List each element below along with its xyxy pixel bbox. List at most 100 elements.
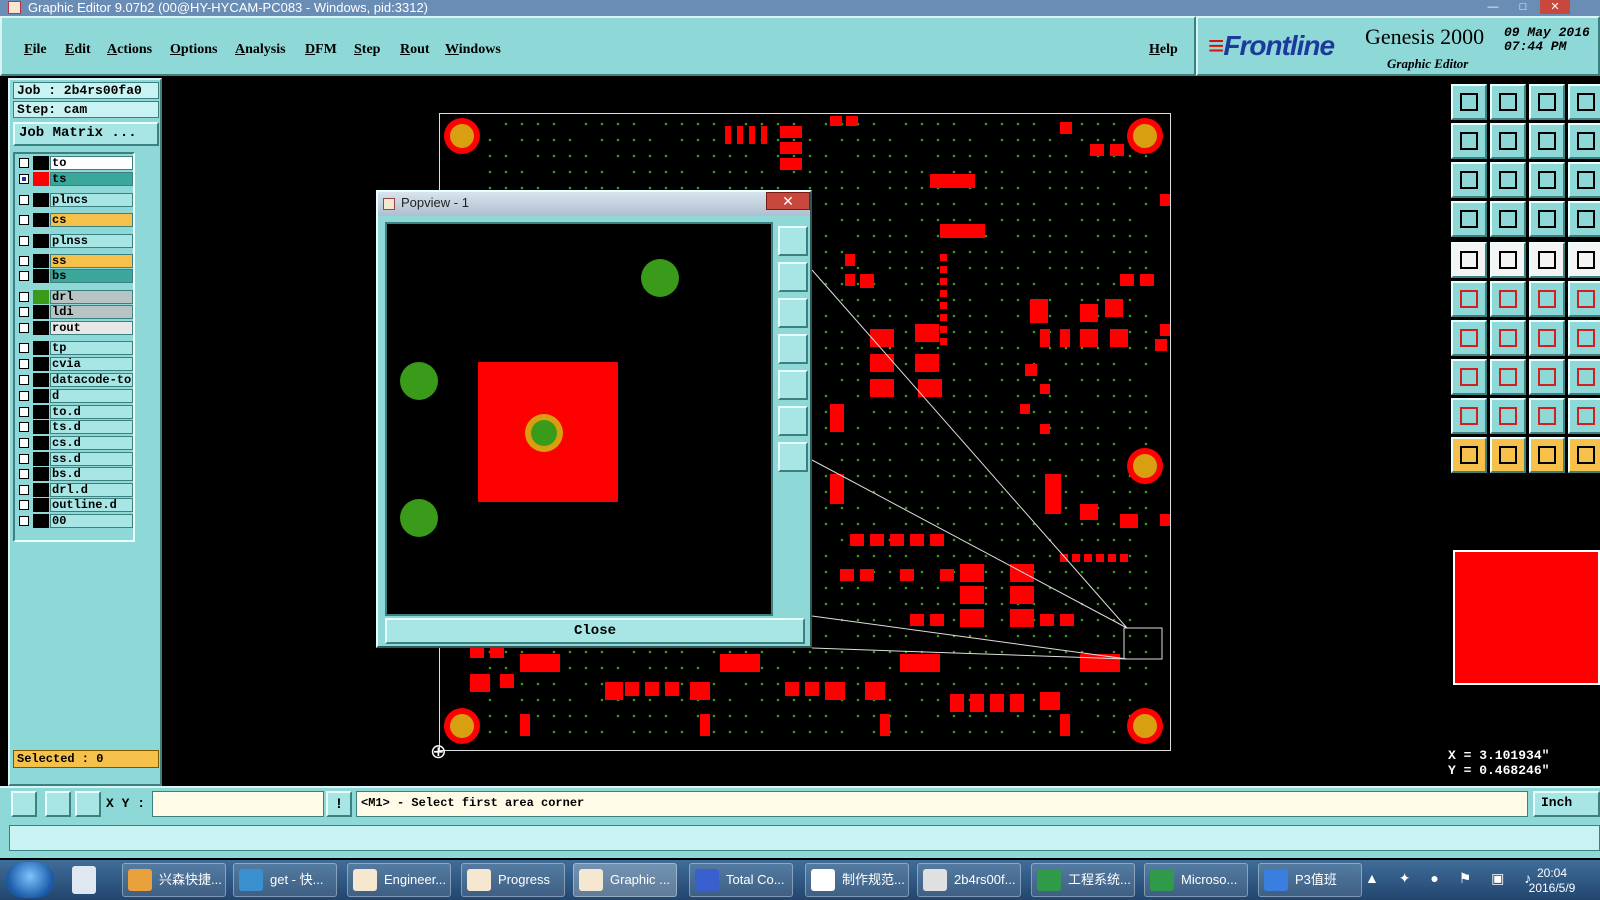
menu-windows[interactable]: Windows (445, 42, 501, 58)
xy-input[interactable] (152, 791, 324, 817)
pointer-icon[interactable] (1490, 201, 1526, 237)
pan-right-icon[interactable] (1490, 123, 1526, 159)
layer-color-swatch[interactable] (33, 234, 49, 248)
layer-color-swatch[interactable] (33, 213, 49, 227)
calculator-icon[interactable] (72, 866, 96, 894)
help-icon[interactable] (1568, 162, 1600, 198)
maximize-button[interactable]: □ (1508, 0, 1538, 14)
layer-row-tp[interactable]: tp (16, 341, 134, 355)
menu-file[interactable]: File (24, 42, 47, 58)
layer-color-swatch[interactable] (33, 467, 49, 481)
layer-name[interactable]: outline.d (50, 498, 133, 512)
layer-row-ss[interactable]: ss (16, 254, 134, 268)
layer-checkbox[interactable] (19, 359, 29, 369)
layer-checkbox[interactable] (19, 323, 29, 333)
pan-up-icon[interactable] (778, 262, 808, 292)
select-route-icon[interactable] (1568, 437, 1600, 473)
layer-color-swatch[interactable] (33, 357, 49, 371)
start-button[interactable] (6, 862, 54, 898)
ruler-icon[interactable] (1529, 242, 1565, 278)
layer-name[interactable]: drl.d (50, 483, 133, 497)
layer-name[interactable]: bs (50, 269, 133, 283)
zoom-center-icon[interactable] (1490, 162, 1526, 198)
taskbar-item[interactable]: Graphic ... (573, 863, 677, 897)
layer-checkbox[interactable] (19, 256, 29, 266)
popview-canvas[interactable] (385, 222, 773, 616)
layer-color-swatch[interactable] (33, 389, 49, 403)
scale-1-2-icon[interactable] (1529, 162, 1565, 198)
home-icon[interactable] (1529, 84, 1565, 120)
menu-analysis[interactable]: Analysis (235, 42, 286, 58)
split-icon[interactable] (1490, 359, 1526, 395)
overview-minimap[interactable] (1447, 545, 1600, 685)
taskbar-item[interactable]: Engineer... (347, 863, 451, 897)
layer-color-swatch[interactable] (33, 269, 49, 283)
layer-row-ts[interactable]: ts (16, 172, 134, 186)
connect-icon[interactable] (1451, 281, 1487, 317)
zoom-fit-icon[interactable] (778, 406, 808, 436)
menu-help[interactable]: Help (1149, 42, 1178, 58)
circle-icon[interactable] (1568, 242, 1600, 278)
save-icon[interactable] (1490, 84, 1526, 120)
taskbar-item[interactable]: get - 快... (233, 863, 337, 897)
filter-icon[interactable] (1451, 201, 1487, 237)
triangle-edit-icon[interactable] (1490, 398, 1526, 434)
menu-edit[interactable]: Edit (65, 42, 91, 58)
layer-checkbox[interactable] (19, 158, 29, 168)
layer-checkbox[interactable] (19, 438, 29, 448)
layer-checkbox[interactable] (19, 271, 29, 281)
window-close-button[interactable]: ✕ (1540, 0, 1570, 14)
triangle-move-icon[interactable] (1568, 398, 1600, 434)
layer-color-swatch[interactable] (33, 483, 49, 497)
layer-row-outline-d[interactable]: outline.d (16, 498, 134, 512)
traffic-light-icon[interactable] (1529, 201, 1565, 237)
pan-left-icon[interactable] (1451, 123, 1487, 159)
layer-name[interactable]: cs.d (50, 436, 133, 450)
layer-checkbox[interactable] (19, 516, 29, 526)
layer-color-swatch[interactable] (33, 514, 49, 528)
arc-icon[interactable] (1529, 320, 1565, 356)
layer-name[interactable]: d (50, 389, 133, 403)
layer-row-rout[interactable]: rout (16, 321, 134, 335)
menu-dfm[interactable]: DFM (305, 42, 337, 58)
layer-color-swatch[interactable] (33, 193, 49, 207)
layer-checkbox[interactable] (19, 215, 29, 225)
layer-checkbox[interactable] (19, 391, 29, 401)
open-job-icon[interactable] (1451, 84, 1487, 120)
cut-line-icon[interactable] (1490, 320, 1526, 356)
snap-icon[interactable] (11, 791, 37, 817)
layer-row-cs-d[interactable]: cs.d (16, 436, 134, 450)
layer-row-cvia[interactable]: cvia (16, 357, 134, 371)
window-icon[interactable] (1568, 84, 1600, 120)
layer-row-drl-d[interactable]: drl.d (16, 483, 134, 497)
rotate-icon[interactable] (1568, 281, 1600, 317)
mirror-icon[interactable] (1568, 320, 1600, 356)
layer-name[interactable]: bs.d (50, 467, 133, 481)
layer-name[interactable]: ldi (50, 305, 133, 319)
layer-row-ss-d[interactable]: ss.d (16, 452, 134, 466)
move-icon[interactable] (1529, 281, 1565, 317)
layer-checkbox[interactable] (19, 485, 29, 495)
layer-name[interactable]: 00 (50, 514, 133, 528)
layer-row-00[interactable]: 00 (16, 514, 134, 528)
add-pad-icon[interactable] (1451, 242, 1487, 278)
zoom-home-icon[interactable] (778, 442, 808, 472)
layer-checkbox[interactable] (19, 407, 29, 417)
taskbar-item[interactable]: Total Co... (689, 863, 793, 897)
layer-color-swatch[interactable] (33, 498, 49, 512)
layer-color-swatch[interactable] (33, 405, 49, 419)
job-matrix-button[interactable]: Job Matrix ... (13, 122, 159, 146)
layer-checkbox[interactable] (19, 195, 29, 205)
measure-icon[interactable] (45, 791, 71, 817)
layer-row-to-d[interactable]: to.d (16, 405, 134, 419)
layer-checkbox[interactable] (19, 454, 29, 464)
alert-button[interactable]: ! (326, 791, 352, 817)
layer-color-swatch[interactable] (33, 321, 49, 335)
layer-row-drl[interactable]: drl (16, 290, 134, 304)
layer-row-bs[interactable]: bs (16, 269, 134, 283)
layer-checkbox[interactable] (19, 500, 29, 510)
line-tool-icon[interactable] (1490, 242, 1526, 278)
layer-color-swatch[interactable] (33, 436, 49, 450)
layer-color-swatch[interactable] (33, 420, 49, 434)
pan-down-icon[interactable] (778, 298, 808, 328)
